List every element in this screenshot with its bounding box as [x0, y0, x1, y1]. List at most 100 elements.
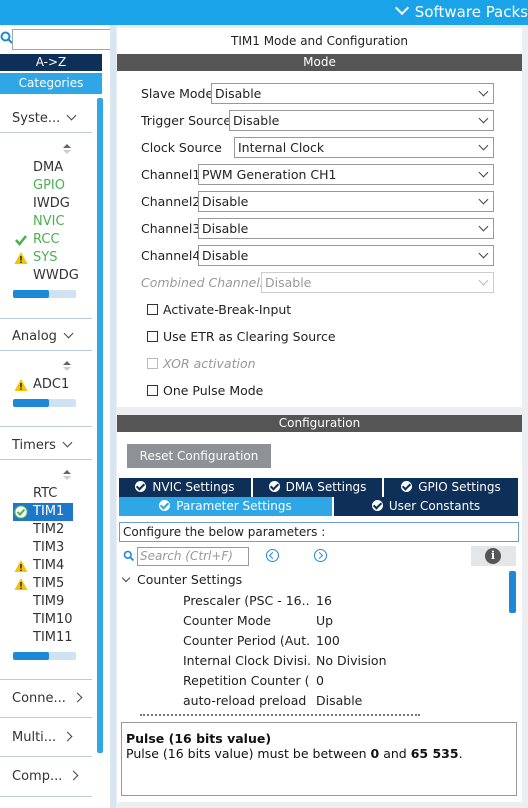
list-item-tim10[interactable]: TIM10	[13, 611, 73, 629]
reset-configuration-button[interactable]: Reset Configuration	[127, 444, 271, 468]
horizontal-scrollbar[interactable]	[13, 652, 76, 660]
group-multimedia-header[interactable]: Multi...	[12, 730, 73, 745]
sort-icon[interactable]	[63, 144, 71, 154]
chevron-right-icon	[68, 770, 79, 781]
tab-label: DMA Settings	[285, 480, 367, 494]
divider	[0, 426, 92, 427]
parameter-search-input[interactable]: Search (Ctrl+F)	[137, 547, 249, 566]
group-computing-header[interactable]: Comp...	[12, 769, 79, 784]
channel4-select[interactable]: Disable	[198, 245, 494, 266]
param-clock-division-value[interactable]: No Division	[316, 653, 387, 668]
list-item-tim5[interactable]: TIM5	[13, 575, 73, 593]
clock-source-select[interactable]: Internal Clock	[234, 137, 494, 158]
software-packs-menu[interactable]: Software Packs	[394, 0, 528, 21]
group-analog-label: Analog	[12, 329, 57, 344]
channel1-select[interactable]: PWM Generation CH1	[198, 164, 494, 185]
group-system-label: Syste...	[12, 111, 61, 126]
channel4-label: Channel4	[141, 248, 201, 263]
list-item-tim1[interactable]: TIM1	[13, 503, 73, 521]
horizontal-scrollbar[interactable]	[13, 399, 76, 407]
list-item-label: GPIO	[33, 178, 65, 193]
list-item-tim3[interactable]: TIM3	[13, 539, 73, 557]
list-item-gpio[interactable]: GPIO	[13, 177, 79, 195]
use-etr-checkbox[interactable]: Use ETR as Clearing Source	[147, 329, 336, 345]
description-title: Pulse (16 bits value)	[126, 731, 272, 746]
scrollbar-thumb[interactable]	[13, 399, 49, 407]
checkbox-box[interactable]	[147, 385, 158, 396]
channel2-select[interactable]: Disable	[198, 191, 494, 212]
search-previous-button[interactable]	[266, 549, 279, 562]
list-item-tim4[interactable]: TIM4	[13, 557, 73, 575]
category-search-input[interactable]	[12, 29, 110, 50]
parameter-list-scrollbar[interactable]	[509, 571, 516, 613]
software-packs-label: Software Packs	[414, 3, 528, 21]
list-item-adc1[interactable]: ADC1	[13, 376, 69, 394]
list-item-tim2[interactable]: TIM2	[13, 521, 73, 539]
list-item-rtc[interactable]: RTC	[13, 485, 73, 503]
list-item-dma[interactable]: DMA	[13, 159, 79, 177]
list-item-tim11[interactable]: TIM11	[13, 629, 73, 647]
group-system-header[interactable]: Syste...	[12, 110, 77, 126]
sort-icon[interactable]	[63, 361, 71, 371]
hidden-row-fragment	[140, 714, 420, 716]
list-item-iwdg[interactable]: IWDG	[13, 195, 79, 213]
group-connectivity-header[interactable]: Conne...	[12, 691, 83, 706]
select-value: Disable	[202, 194, 249, 209]
list-item-label: RCC	[33, 232, 60, 247]
page-title: TIM1 Mode and Configuration	[231, 34, 408, 48]
categories-button[interactable]: Categories	[0, 73, 102, 94]
tab-label: User Constants	[388, 499, 481, 513]
scrollbar-thumb[interactable]	[13, 652, 49, 660]
tab-gpio-settings[interactable]: GPIO Settings	[384, 478, 518, 497]
tab-label: GPIO Settings	[418, 480, 501, 494]
trigger-source-select[interactable]: Disable	[229, 110, 494, 131]
group-timers-header[interactable]: Timers	[12, 437, 73, 453]
param-prescaler-value[interactable]: 16	[316, 593, 332, 608]
sidebar-scrollbar[interactable]	[97, 98, 103, 753]
param-auto-reload-name: auto-reload preload	[183, 693, 307, 708]
chevron-down-icon	[478, 275, 489, 286]
chevron-down-icon	[478, 248, 489, 259]
channel3-select[interactable]: Disable	[198, 218, 494, 239]
list-item-wwdg[interactable]: WWDG	[13, 267, 79, 285]
slave-mode-select[interactable]: Disable	[211, 83, 494, 104]
list-item-label: WWDG	[33, 268, 79, 283]
param-auto-reload-value[interactable]: Disable	[316, 693, 362, 708]
activate-break-input-checkbox[interactable]: Activate-Break-Input	[147, 302, 291, 318]
check-circle-icon	[14, 505, 28, 519]
checkbox-box[interactable]	[147, 331, 158, 342]
scrollbar-thumb[interactable]	[13, 290, 49, 298]
timers-list: RTC TIM1 TIM2 TIM3 TIM4 TIM5 TIM9 TIM10 …	[13, 485, 73, 647]
param-counter-mode-name: Counter Mode	[183, 613, 271, 628]
description-and: and	[379, 746, 411, 761]
sort-az-button[interactable]: A->Z	[0, 54, 102, 71]
list-item-label: IWDG	[33, 196, 70, 211]
list-item-label: TIM10	[33, 612, 73, 627]
counter-settings-group[interactable]: Counter Settings	[121, 572, 242, 587]
check-circle-icon	[371, 500, 383, 511]
one-pulse-mode-checkbox[interactable]: One Pulse Mode	[147, 383, 263, 399]
param-repetition-counter-value[interactable]: 0	[316, 673, 324, 688]
list-item-label: ADC1	[33, 377, 70, 392]
list-item-tim9[interactable]: TIM9	[13, 593, 73, 611]
param-counter-period-value[interactable]: 100	[316, 633, 340, 648]
channel2-label: Channel2	[141, 194, 201, 209]
tab-dma-settings[interactable]: DMA Settings	[253, 478, 382, 497]
list-item-rcc[interactable]: RCC	[13, 231, 79, 249]
horizontal-scrollbar[interactable]	[13, 290, 76, 298]
tab-nvic-settings[interactable]: NVIC Settings	[119, 478, 251, 497]
list-item-sys[interactable]: SYS	[13, 249, 79, 267]
list-item-nvic[interactable]: NVIC	[13, 213, 79, 231]
list-item-label: TIM2	[33, 522, 65, 537]
sort-icon[interactable]	[63, 470, 71, 480]
warning-icon	[14, 252, 28, 264]
param-counter-mode-value[interactable]: Up	[316, 613, 333, 628]
search-next-button[interactable]	[314, 549, 327, 562]
tab-parameter-settings[interactable]: Parameter Settings	[119, 497, 332, 516]
group-analog-header[interactable]: Analog	[12, 328, 74, 344]
list-item-label: RTC	[33, 486, 58, 501]
tab-user-constants[interactable]: User Constants	[334, 497, 518, 516]
group-multimedia-label: Multi...	[12, 730, 57, 745]
checkbox-box[interactable]	[147, 304, 158, 315]
description-suffix: .	[458, 746, 463, 761]
